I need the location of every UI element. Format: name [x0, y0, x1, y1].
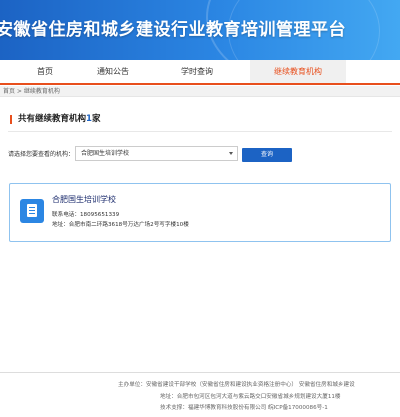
- header-banner: 安徽省住房和城乡建设行业教育培训管理平台: [0, 0, 400, 60]
- institution-phone: 联系电话：18095651339: [52, 211, 119, 219]
- document-icon: [20, 199, 44, 223]
- address-value: 合肥市南二环路3618号万达广场2号写字楼10楼: [68, 222, 189, 228]
- footer-address: 地址：合肥市包河区包河大道与紫云路交口安徽省城乡规划建设大厦11楼: [160, 394, 341, 400]
- filter-label: 请选择您要查看的机构：: [8, 151, 75, 158]
- address-label: 地址：: [52, 222, 69, 228]
- query-button[interactable]: 查询: [242, 148, 292, 162]
- footer: 主办单位：安徽省建设干部学校（安徽省住房和建设执业资格注册中心） 安徽省住房和城…: [0, 372, 400, 417]
- count-suffix: 家: [91, 114, 101, 124]
- institution-address: 地址：合肥市南二环路3618号万达广场2号写字楼10楼: [52, 221, 189, 229]
- institution-card[interactable]: 合肥国生培训学校 联系电话：18095651339 地址：合肥市南二环路3618…: [9, 183, 391, 242]
- nav-item-notices[interactable]: 通知公告: [68, 60, 158, 83]
- count-prefix: 共有继续教育机构: [18, 114, 87, 124]
- site-title: 安徽省住房和城乡建设行业教育培训管理平台: [0, 20, 346, 40]
- selected-institution: 合肥国生培训学校: [81, 150, 130, 157]
- institution-count-heading: 共有继续教育机构 1 家: [10, 112, 100, 126]
- institution-name[interactable]: 合肥国生培训学校: [52, 195, 116, 205]
- breadcrumb: 首页 > 继续教育机构: [0, 86, 400, 97]
- phone-label: 联系电话：: [52, 212, 80, 218]
- footer-organizer: 主办单位：安徽省建设干部学校（安徽省住房和建设执业资格注册中心） 安徽省住房和城…: [118, 382, 355, 388]
- chevron-down-icon: [229, 152, 233, 155]
- nav-item-institutions[interactable]: 继续教育机构: [250, 60, 346, 83]
- institution-select[interactable]: 合肥国生培训学校: [75, 146, 238, 161]
- main-nav: 首页 通知公告 学时查询 继续教育机构: [0, 60, 400, 85]
- phone-value: 18095651339: [79, 212, 120, 218]
- nav-item-hours-query[interactable]: 学时查询: [152, 60, 242, 83]
- heading-marker: [10, 114, 12, 124]
- breadcrumb-text: 首页 > 继续教育机构: [3, 88, 60, 95]
- divider: [8, 131, 392, 132]
- footer-tech-support: 技术支撑：福建华博教育科技股份有限公司 皖ICP备17000086号-1: [160, 405, 328, 411]
